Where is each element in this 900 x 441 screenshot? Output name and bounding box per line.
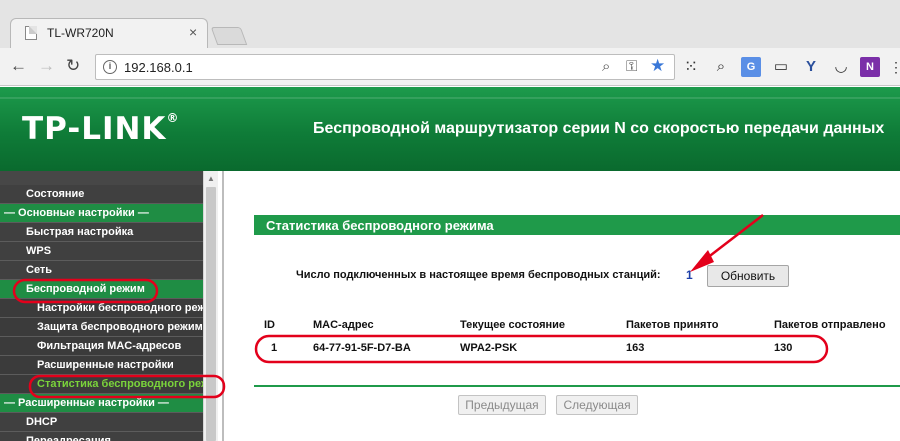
connected-stations-count: 1 [686, 268, 693, 282]
back-icon[interactable]: ← [10, 56, 27, 76]
sidebar-group-basic: — Основные настройки — [0, 204, 203, 223]
section-header: Статистика беспроводного режима [254, 215, 900, 235]
sidebar-item-wps[interactable]: WPS [0, 242, 203, 261]
header-title: Беспроводной маршрутизатор серии N со ск… [313, 120, 885, 137]
reader-icon[interactable]: ▭ [771, 57, 791, 77]
tp-link-logo: TP-LINK® [22, 111, 180, 147]
browser-tabstrip: TL-WR720N × [0, 0, 900, 48]
info-icon[interactable]: i [103, 60, 117, 74]
sidebar-scrollbar-thumb[interactable] [206, 187, 216, 441]
column-header-sent: Пакетов отправлено [774, 319, 886, 331]
key-icon[interactable]: ⚿ [626, 58, 637, 75]
onenote-icon[interactable]: N [860, 57, 880, 77]
column-header-mac: MAC-адрес [313, 319, 374, 331]
browser-toolbar: ← → ↻ i 192.168.0.1 ⌕ ⚿ ★ ⁙ ⌕ G ▭ Y ◡ N … [0, 48, 900, 86]
browser-tab[interactable]: TL-WR720N × [10, 18, 208, 48]
sidebar-item-quick-setup[interactable]: Быстрая настройка [0, 223, 203, 242]
cell-received: 163 [626, 342, 645, 354]
main-content: Статистика беспроводного режима Число по… [226, 171, 900, 441]
search-icon[interactable]: ⌕ [711, 57, 731, 77]
column-header-state: Текущее состояние [460, 319, 566, 331]
page-divider [222, 171, 224, 441]
sidebar-item-forwarding[interactable]: Переадресация [0, 432, 203, 441]
sidebar-item-wireless-statistics[interactable]: Статистика беспроводного режима [0, 375, 203, 394]
table-bottom-divider [254, 385, 900, 387]
page-favicon-icon [25, 26, 37, 40]
next-page-button[interactable]: Следующая [556, 395, 638, 415]
sidebar-item-status[interactable]: Состояние [0, 185, 203, 204]
router-header: TP-LINK® Беспроводной маршрутизатор сери… [0, 87, 900, 171]
url-text[interactable]: 192.168.0.1 [124, 60, 193, 75]
sidebar-item-wireless-advanced[interactable]: Расширенные настройки [0, 356, 203, 375]
more-menu-icon[interactable]: ⋮ [886, 57, 900, 77]
sidebar: Состояние — Основные настройки — Быстрая… [0, 171, 218, 441]
sidebar-top-spacer [0, 171, 203, 185]
tab-title: TL-WR720N [47, 26, 114, 40]
sidebar-item-wireless-settings[interactable]: Настройки беспроводного режима [0, 299, 203, 318]
reload-icon[interactable]: ↻ [66, 56, 80, 76]
sidebar-scrollbar[interactable]: ▲ [203, 171, 218, 441]
forward-icon[interactable]: → [38, 56, 55, 76]
address-bar[interactable]: i 192.168.0.1 ⌕ ⚿ ★ [95, 54, 675, 80]
new-tab-button[interactable] [210, 27, 248, 45]
scroll-up-icon[interactable]: ▲ [207, 174, 215, 183]
sidebar-item-wireless[interactable]: Беспроводной режим [0, 280, 203, 299]
sidebar-menu: Состояние — Основные настройки — Быстрая… [0, 171, 203, 441]
pocket-icon[interactable]: ◡ [831, 57, 851, 77]
column-header-id: ID [264, 319, 275, 331]
previous-page-button[interactable]: Предыдущая [458, 395, 546, 415]
apps-icon[interactable]: ⁙ [681, 57, 701, 77]
translate-icon[interactable]: G [741, 57, 761, 77]
cell-state: WPA2-PSK [460, 342, 518, 354]
sidebar-item-mac-filtering[interactable]: Фильтрация MAC-адресов [0, 337, 203, 356]
cell-id: 1 [271, 342, 278, 354]
bookmark-star-icon[interactable]: ★ [650, 56, 665, 76]
yandex-icon[interactable]: Y [801, 57, 821, 77]
sidebar-group-advanced: — Расширенные настройки — [0, 394, 203, 413]
table-row: 1 64-77-91-5F-D7-BA WPA2-PSK 163 130 [264, 342, 900, 362]
sidebar-item-network[interactable]: Сеть [0, 261, 203, 280]
tab-close-icon[interactable]: × [189, 24, 197, 40]
connected-stations-label: Число подключенных в настоящее время бес… [296, 269, 661, 281]
section-title: Статистика беспроводного режима [266, 218, 494, 233]
refresh-button[interactable]: Обновить [707, 265, 789, 287]
sidebar-item-wireless-security[interactable]: Защита беспроводного режима [0, 318, 203, 337]
column-header-received: Пакетов принято [626, 319, 719, 331]
cell-sent: 130 [774, 342, 793, 354]
cell-mac: 64-77-91-5F-D7-BA [313, 342, 411, 354]
zoom-icon[interactable]: ⌕ [602, 58, 610, 75]
sidebar-item-dhcp[interactable]: DHCP [0, 413, 203, 432]
